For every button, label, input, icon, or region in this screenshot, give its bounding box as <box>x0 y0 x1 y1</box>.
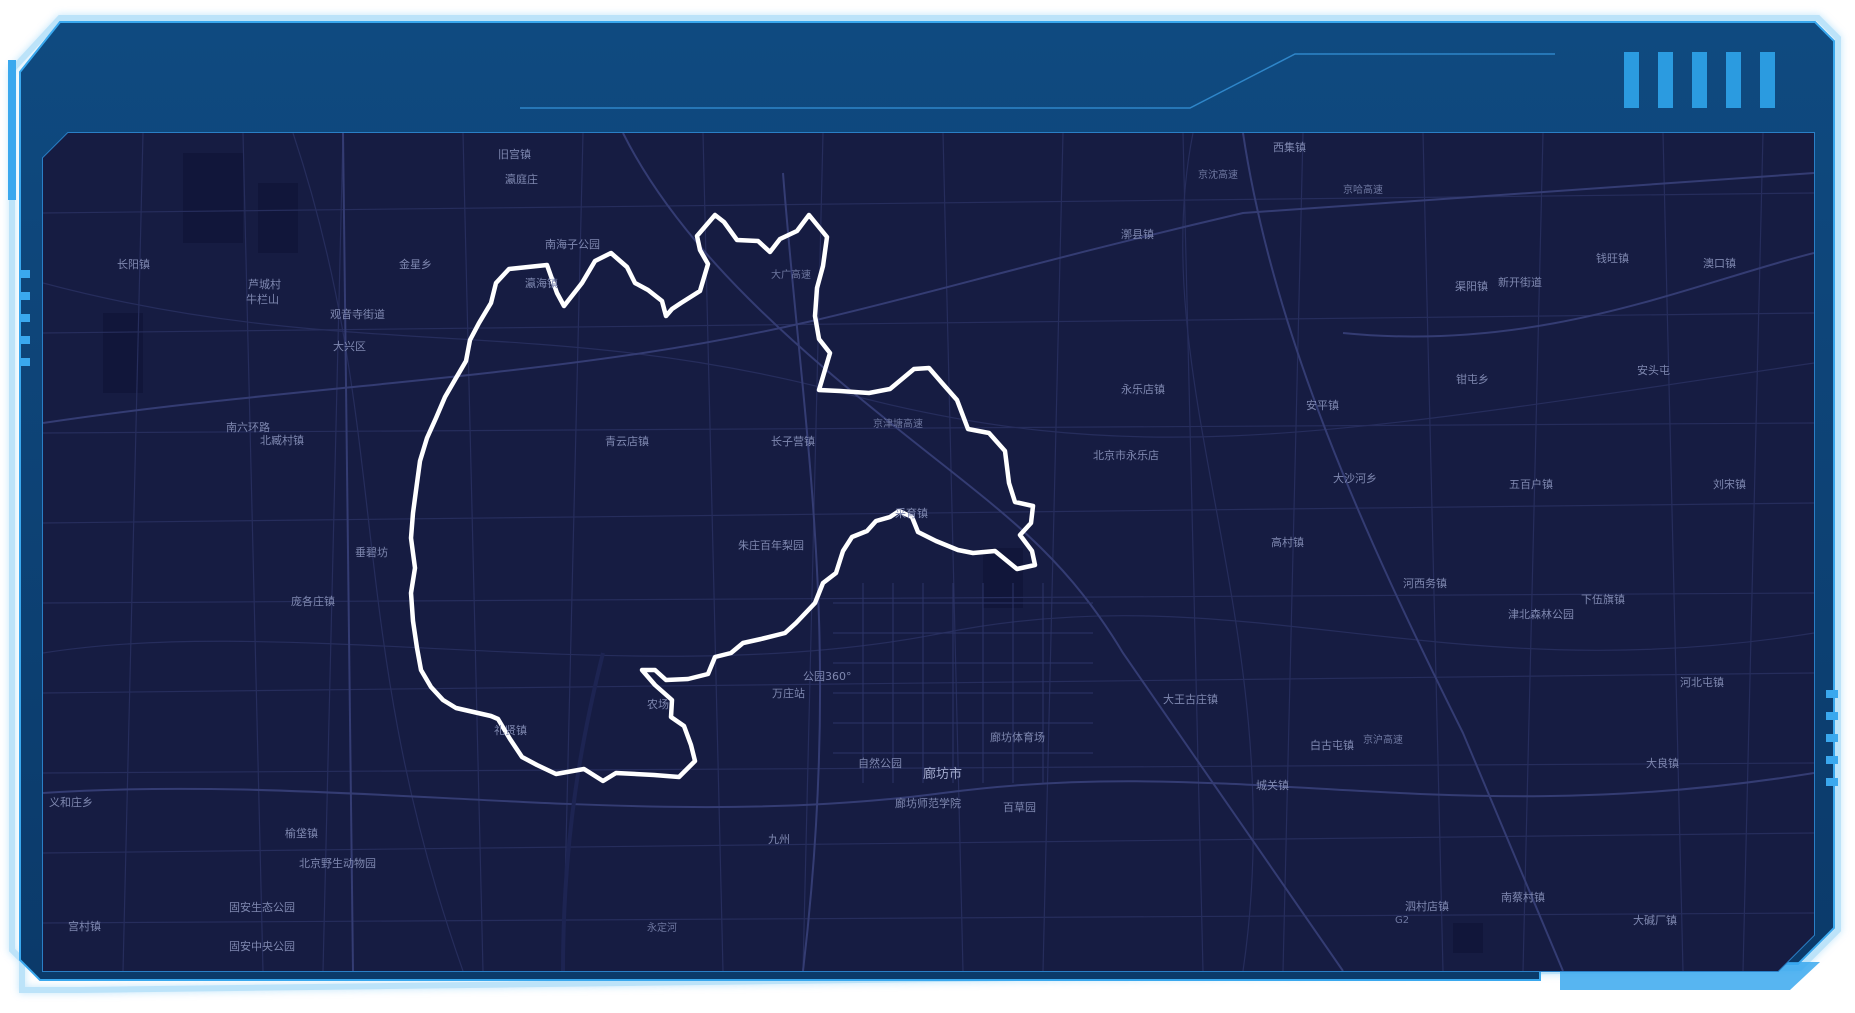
place-label: 大王古庄镇 <box>1163 692 1218 706</box>
place-label: 义和庄乡 <box>49 795 93 809</box>
place-label: 宫村镇 <box>68 919 101 933</box>
place-label: 观音寺街道 <box>330 307 385 321</box>
map-background <box>43 133 1814 971</box>
place-label: 钳屯乡 <box>1456 373 1489 386</box>
place-label: 瀛海镇 <box>525 276 558 290</box>
place-label: 河西务镇 <box>1403 576 1447 590</box>
place-label: 自然公园 <box>858 756 902 770</box>
place-label: 泗村店镇 <box>1405 899 1449 913</box>
place-label: 瀛庭庄 <box>505 172 538 186</box>
place-label: 朱庄百年梨园 <box>738 538 804 552</box>
place-label: 礼贤镇 <box>494 723 527 737</box>
place-label: 河北屯镇 <box>1680 675 1724 689</box>
place-label: 安平镇 <box>1306 398 1339 412</box>
place-label: 长子营镇 <box>771 434 815 448</box>
place-label: 刘宋镇 <box>1713 477 1746 491</box>
place-label: 牛栏山 <box>246 292 279 306</box>
place-label: 漷县镇 <box>1121 227 1154 241</box>
place-label: 廊坊师范学院 <box>895 796 961 810</box>
place-label: 九州 <box>768 833 790 846</box>
place-label: 渠阳镇 <box>1455 279 1488 293</box>
place-label: 永乐店镇 <box>1121 382 1165 396</box>
place-label: 南海子公园 <box>545 237 600 251</box>
road-label: 京沪高速 <box>1363 733 1403 746</box>
place-label-city: 廊坊市 <box>923 766 962 782</box>
place-label: 金星乡 <box>399 257 432 271</box>
place-label: 津北森林公园 <box>1508 607 1574 621</box>
place-label: 白古屯镇 <box>1310 738 1354 752</box>
place-label: 澳口镇 <box>1703 256 1736 270</box>
road-label: 大广高速 <box>771 268 811 281</box>
place-label: 垂碧坊 <box>355 545 388 559</box>
place-label: 庞各庄镇 <box>291 594 335 608</box>
place-label: 榆垡镇 <box>285 826 318 840</box>
place-label: 采育镇 <box>895 506 928 520</box>
place-label: 安头屯 <box>1637 363 1670 377</box>
place-label: 固安生态公园 <box>229 900 295 914</box>
place-label: 万庄站 <box>772 686 805 700</box>
place-label: 旧宫镇 <box>498 147 531 161</box>
place-label: 北臧村镇 <box>260 433 304 447</box>
road-label: 京沈高速 <box>1198 168 1238 181</box>
road-label: 京哈高速 <box>1343 183 1383 196</box>
dashboard-screen: 旧宫镇 瀛庭庄 南海子公园 瀛海镇 长阳镇 芦城村 牛栏山 金星乡 观音寺街道 … <box>0 0 1855 1013</box>
place-label: 新开街道 <box>1498 275 1542 289</box>
place-label: 五百户镇 <box>1509 477 1553 491</box>
place-label: 北京野生动物园 <box>299 856 376 870</box>
place-label: 南六环路 <box>226 421 270 434</box>
place-label: 下伍旗镇 <box>1581 592 1625 606</box>
place-label: 城关镇 <box>1256 778 1289 792</box>
place-label: 南蔡村镇 <box>1501 890 1545 904</box>
place-label: 西集镇 <box>1273 140 1306 154</box>
place-label: 大兴区 <box>333 339 366 353</box>
place-label: 廊坊体育场 <box>990 730 1045 744</box>
road-label: 永定河 <box>647 921 677 934</box>
road-label: G2 <box>1395 915 1409 926</box>
place-label: 农场 <box>647 697 669 711</box>
place-label: 大良镇 <box>1646 756 1679 770</box>
place-label: 大碱厂镇 <box>1633 913 1677 927</box>
place-label: 钱旺镇 <box>1596 251 1629 265</box>
place-label: 高村镇 <box>1271 535 1304 549</box>
place-label: 固安中央公园 <box>229 939 295 953</box>
place-label: 百草园 <box>1003 801 1036 814</box>
place-label: 芦城村 <box>248 277 281 291</box>
place-label: 大沙河乡 <box>1333 471 1377 485</box>
map-view[interactable]: 旧宫镇 瀛庭庄 南海子公园 瀛海镇 长阳镇 芦城村 牛栏山 金星乡 观音寺街道 … <box>43 133 1814 971</box>
place-label: 北京市永乐店 <box>1093 448 1159 462</box>
place-label: 公园360° <box>803 670 852 683</box>
place-label: 长阳镇 <box>117 257 150 271</box>
place-label: 青云店镇 <box>605 434 649 448</box>
road-label: 京津塘高速 <box>873 417 923 430</box>
